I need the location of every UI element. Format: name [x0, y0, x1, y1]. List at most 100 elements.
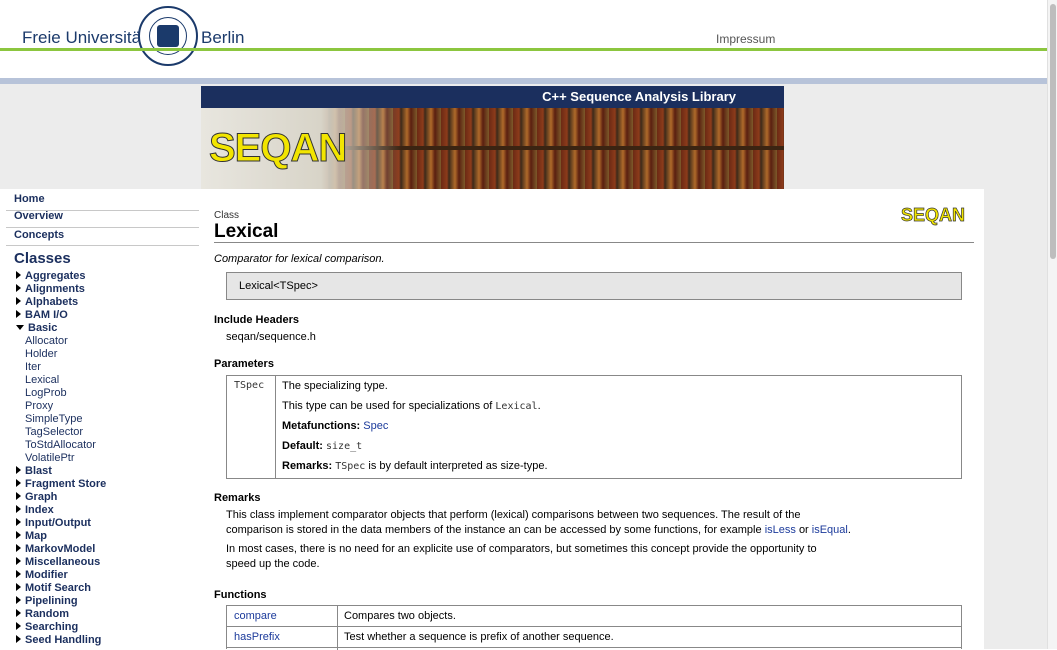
expand-arrow-icon	[16, 479, 21, 487]
sidebar-category[interactable]: MarkovModel	[16, 543, 95, 555]
remarks-text: This class implement comparator objects …	[226, 509, 801, 521]
entity-kind: Class	[214, 210, 240, 221]
sidebar-divider	[6, 227, 199, 228]
sidebar-category[interactable]: BAM I/O	[16, 309, 68, 321]
expand-arrow-icon	[16, 596, 21, 604]
sidebar-subitem[interactable]: VolatilePtr	[25, 452, 75, 464]
main-content: Class Lexical SEQAN Comparator for lexic…	[201, 189, 974, 650]
sidebar-category[interactable]: Map	[16, 530, 47, 542]
expand-arrow-icon	[16, 622, 21, 630]
sidebar-category[interactable]: Seed Handling	[16, 634, 101, 646]
sidebar-category[interactable]: Random	[16, 608, 69, 620]
collapse-arrow-icon	[16, 325, 24, 330]
sidebar-item-home[interactable]: Home	[14, 193, 45, 205]
sidebar-item-concepts[interactable]: Concepts	[14, 229, 64, 241]
table-row: compare Compares two objects.	[227, 606, 961, 627]
spec-link[interactable]: Spec	[363, 420, 388, 432]
expand-arrow-icon	[16, 466, 21, 474]
expand-arrow-icon	[16, 635, 21, 643]
sidebar-subitem[interactable]: Iter	[25, 361, 41, 373]
impressum-link[interactable]: Impressum	[716, 32, 775, 46]
expand-arrow-icon	[16, 583, 21, 591]
param-usage: This type can be used for specialization…	[282, 400, 541, 412]
isless-link[interactable]: isLess	[765, 524, 796, 536]
banner-title: C++ Sequence Analysis Library	[201, 86, 784, 108]
remarks-text: In most cases, there is no need for an e…	[226, 543, 817, 555]
sidebar-subitem-active[interactable]: Lexical	[25, 374, 59, 386]
seqan-logo: SEQAN	[208, 126, 347, 171]
param-name: TSpec	[234, 380, 265, 391]
university-name-right: Berlin	[201, 28, 245, 47]
expand-arrow-icon	[16, 310, 21, 318]
sidebar-subitem[interactable]: LogProb	[25, 387, 67, 399]
param-remarks: Remarks: TSpec is by default interpreted…	[282, 460, 548, 472]
page-title: Lexical	[214, 221, 279, 242]
university-name-left: Freie Universität	[22, 28, 146, 47]
sidebar-category[interactable]: Pipelining	[16, 595, 78, 607]
sidebar-category[interactable]: Alphabets	[16, 296, 78, 308]
expand-arrow-icon	[16, 609, 21, 617]
sidebar-category[interactable]: Modifier	[16, 569, 68, 581]
seqan-banner: C++ Sequence Analysis Library SEQAN	[201, 86, 784, 189]
sidebar-category[interactable]: Graph	[16, 491, 57, 503]
sidebar-subitem[interactable]: TagSelector	[25, 426, 83, 438]
param-metafunctions: Metafunctions: Spec	[282, 420, 389, 432]
vertical-scrollbar[interactable]	[1047, 0, 1057, 649]
include-file: seqan/sequence.h	[226, 331, 316, 343]
class-summary: Comparator for lexical comparison.	[214, 253, 385, 265]
sidebar-category[interactable]: Index	[16, 504, 54, 516]
remarks-text: comparison is stored in the data members…	[226, 524, 851, 536]
sidebar-subitem[interactable]: Allocator	[25, 335, 68, 347]
expand-arrow-icon	[16, 570, 21, 578]
sidebar-category[interactable]: Miscellaneous	[16, 556, 100, 568]
isequal-link[interactable]: isEqual	[812, 524, 848, 536]
sidebar-subitem[interactable]: Holder	[25, 348, 57, 360]
function-link-hasprefix[interactable]: hasPrefix	[234, 631, 280, 643]
parameters-heading: Parameters	[214, 358, 274, 370]
remarks-heading: Remarks	[214, 492, 261, 504]
sidebar-nav: Home Overview Concepts Classes Aggregate…	[0, 189, 201, 649]
sidebar-category[interactable]: Searching	[16, 621, 78, 633]
sidebar-category[interactable]: Aggregates	[16, 270, 86, 282]
table-row: hasPrefix Test whether a sequence is pre…	[227, 627, 961, 648]
sidebar-category[interactable]: Motif Search	[16, 582, 91, 594]
sidebar-item-overview[interactable]: Overview	[14, 210, 63, 222]
expand-arrow-icon	[16, 505, 21, 513]
university-seal-icon[interactable]	[138, 6, 198, 66]
scrollbar-thumb[interactable]	[1050, 4, 1056, 259]
expand-arrow-icon	[16, 557, 21, 565]
functions-heading: Functions	[214, 589, 267, 601]
sidebar-category[interactable]: Fragment Store	[16, 478, 106, 490]
sidebar-subitem[interactable]: ToStdAllocator	[25, 439, 96, 451]
parameters-table: TSpec The specializing type. This type c…	[226, 375, 962, 479]
header-divider	[0, 48, 1057, 51]
functions-table: compare Compares two objects. hasPrefix …	[226, 605, 962, 650]
expand-arrow-icon	[16, 492, 21, 500]
function-description: Test whether a sequence is prefix of ano…	[344, 631, 614, 643]
sidebar-category[interactable]: Blast	[16, 465, 52, 477]
sidebar-category[interactable]: Input/Output	[16, 517, 91, 529]
expand-arrow-icon	[16, 297, 21, 305]
sidebar-subitem[interactable]: SimpleType	[25, 413, 82, 425]
expand-arrow-icon	[16, 544, 21, 552]
expand-arrow-icon	[16, 271, 21, 279]
expand-arrow-icon	[16, 518, 21, 526]
sidebar-classes-heading: Classes	[14, 250, 71, 267]
university-header: Freie Universität Berlin Impressum	[0, 0, 1057, 78]
expand-arrow-icon	[16, 284, 21, 292]
seqan-small-logo: SEQAN	[901, 205, 966, 226]
class-signature: Lexical<TSpec>	[226, 272, 962, 300]
include-headers-heading: Include Headers	[214, 314, 299, 326]
expand-arrow-icon	[16, 531, 21, 539]
sidebar-category[interactable]: Alignments	[16, 283, 85, 295]
sidebar-category-basic[interactable]: Basic	[16, 322, 57, 334]
sidebar-subitem[interactable]: Proxy	[25, 400, 53, 412]
function-link-compare[interactable]: compare	[234, 610, 277, 622]
sidebar-divider	[6, 245, 199, 246]
title-underline	[214, 242, 974, 243]
function-description: Compares two objects.	[344, 610, 456, 622]
param-description: The specializing type.	[282, 380, 388, 392]
param-default: Default: size_t	[282, 440, 363, 452]
remarks-text: speed up the code.	[226, 558, 320, 570]
table-divider	[275, 376, 276, 478]
